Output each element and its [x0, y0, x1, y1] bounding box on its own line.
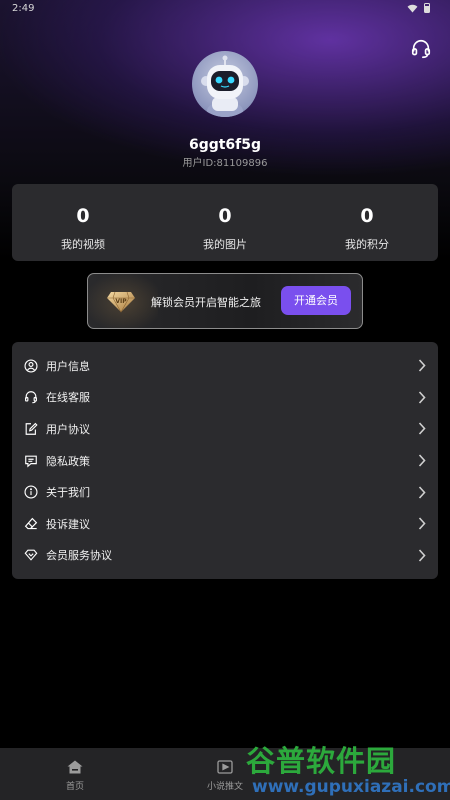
home-icon	[67, 760, 83, 774]
menu-item-feedback[interactable]: 投诉建议	[12, 508, 438, 540]
menu-label: 投诉建议	[46, 517, 90, 531]
chevron-right-icon	[418, 549, 426, 562]
chevron-right-icon	[418, 454, 426, 467]
menu-item-user-info[interactable]: 用户信息	[12, 350, 438, 382]
status-icons	[407, 3, 430, 13]
menu-label: 会员服务协议	[46, 549, 112, 563]
stat-images[interactable]: 0 我的图片	[154, 184, 296, 261]
settings-menu: 用户信息 在线客服 用户协议 隐私政策 关于我们 投诉建议 会员服务协议	[12, 342, 438, 579]
menu-item-about-us[interactable]: 关于我们	[12, 476, 438, 508]
tab-home[interactable]: 首页	[0, 748, 150, 800]
user-circle-icon	[24, 359, 38, 373]
menu-item-customer-service[interactable]: 在线客服	[12, 382, 438, 414]
user-id: 用户ID:81109896	[182, 158, 268, 169]
stats-card: 0 我的视频 0 我的图片 0 我的积分	[12, 184, 438, 261]
video-icon	[217, 760, 233, 774]
vip-diamond-icon: VIP	[107, 291, 135, 313]
stat-value: 0	[76, 205, 90, 227]
status-bar: 2:49	[0, 0, 450, 20]
chevron-right-icon	[418, 486, 426, 499]
svg-text:VIP: VIP	[115, 298, 127, 305]
chevron-right-icon	[418, 517, 426, 530]
heart-diamond-icon	[24, 550, 38, 562]
watermark-text: 谷普软件园	[246, 744, 397, 778]
headset-support-icon[interactable]	[410, 38, 432, 60]
chevron-right-icon	[418, 422, 426, 436]
message-icon	[25, 455, 37, 468]
watermark: 谷普软件园 www.gupuxiazai.com	[246, 738, 450, 800]
wifi-icon	[407, 4, 418, 13]
stat-label: 我的视频	[61, 238, 105, 251]
headset-icon	[25, 391, 37, 404]
battery-icon	[424, 3, 430, 13]
menu-label: 隐私政策	[46, 454, 90, 468]
menu-item-membership-agreement[interactable]: 会员服务协议	[12, 540, 438, 572]
watermark-url: www.gupuxiazai.com	[252, 777, 450, 797]
status-time: 2:49	[12, 3, 35, 14]
stat-value: 0	[218, 205, 232, 227]
menu-label: 用户信息	[46, 359, 90, 373]
open-membership-button[interactable]: 开通会员	[281, 286, 351, 315]
menu-label: 用户协议	[46, 422, 90, 436]
chevron-right-icon	[418, 359, 426, 372]
stat-points[interactable]: 0 我的积分	[296, 184, 438, 261]
stat-label: 我的图片	[203, 238, 247, 251]
avatar[interactable]	[192, 51, 258, 117]
chevron-right-icon	[418, 391, 426, 404]
menu-item-user-agreement[interactable]: 用户协议	[12, 413, 438, 445]
menu-label: 关于我们	[46, 486, 90, 500]
eraser-icon	[24, 517, 38, 529]
stat-videos[interactable]: 0 我的视频	[12, 184, 154, 261]
menu-item-privacy-policy[interactable]: 隐私政策	[12, 445, 438, 477]
stat-value: 0	[360, 205, 374, 227]
menu-label: 在线客服	[46, 391, 90, 405]
stat-label: 我的积分	[345, 238, 389, 251]
info-icon	[24, 485, 38, 499]
tab-label: 首页	[65, 782, 84, 792]
edit-document-icon	[25, 422, 38, 435]
vip-promo-text: 解锁会员开启智能之旅	[151, 296, 261, 309]
vip-banner[interactable]: VIP 解锁会员开启智能之旅 开通会员	[87, 273, 363, 329]
robot-avatar-image	[201, 55, 249, 117]
username: 6ggt6f5g	[188, 137, 262, 153]
